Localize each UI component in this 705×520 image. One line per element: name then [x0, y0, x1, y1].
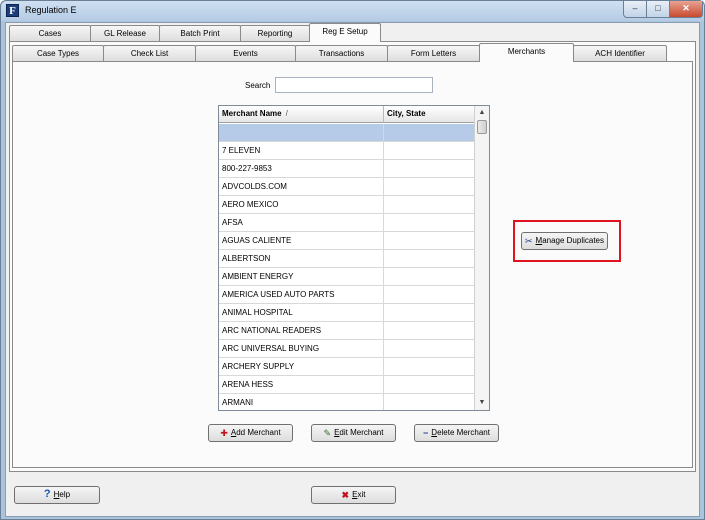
edit-merchant-button[interactable]: ✎ Edit Merchant	[311, 424, 396, 442]
table-row[interactable]: ARC UNIVERSAL BUYING	[219, 340, 475, 358]
exit-button[interactable]: ✖ Exit	[311, 486, 396, 504]
tab-events[interactable]: Events	[195, 45, 296, 62]
column-header-city-state[interactable]: City, State	[384, 106, 475, 123]
tab-transactions[interactable]: Transactions	[295, 45, 388, 62]
table-row[interactable]: ADVCOLDS.COM	[219, 178, 475, 196]
city-state-cell	[384, 196, 475, 214]
merchant-name-cell: ARC NATIONAL READERS	[219, 322, 384, 340]
help-icon: ?	[43, 488, 51, 500]
city-state-cell	[384, 358, 475, 376]
exit-icon: ✖	[341, 490, 350, 500]
delete-merchant-label: elete Merchant	[437, 428, 490, 437]
help-label: elp	[59, 490, 71, 499]
tab-merchants[interactable]: Merchants	[479, 43, 574, 62]
help-button[interactable]: ? Help	[14, 486, 100, 504]
edit-merchant-label: dit Merchant	[339, 428, 384, 437]
merchant-name-cell: AGUAS CALIENTE	[219, 232, 384, 250]
table-row[interactable]: 7 ELEVEN	[219, 142, 475, 160]
merchant-grid[interactable]: Merchant Name / City, State 7 ELEVEN 800-2…	[218, 105, 490, 411]
city-state-cell	[384, 322, 475, 340]
table-row[interactable]: AMERICA USED AUTO PARTS	[219, 286, 475, 304]
city-state-cell	[384, 340, 475, 358]
city-state-cell	[384, 142, 475, 160]
table-row[interactable]: AGUAS CALIENTE	[219, 232, 475, 250]
merchant-name-cell: ARMANI	[219, 394, 384, 410]
tab-ach-identifier[interactable]: ACH Identifier	[573, 45, 667, 62]
city-state-cell	[384, 394, 475, 410]
add-merchant-label: dd Merchant	[236, 428, 281, 437]
delete-merchant-button[interactable]: − Delete Merchant	[414, 424, 499, 442]
merchant-name-cell: ARENA HESS	[219, 376, 384, 394]
city-state-cell	[384, 232, 475, 250]
merchant-name-cell: ANIMAL HOSPITAL	[219, 304, 384, 322]
tab-reg-e-setup[interactable]: Reg E Setup	[309, 23, 381, 42]
delete-icon: −	[423, 428, 429, 438]
search-label: Search	[245, 81, 271, 90]
maximize-button[interactable]: □	[646, 1, 670, 18]
city-state-cell	[384, 250, 475, 268]
table-row[interactable]: ARMANI	[219, 394, 475, 410]
merchant-name-cell: AFSA	[219, 214, 384, 232]
vertical-scrollbar[interactable]: ▲ ▼	[474, 106, 489, 410]
city-state-cell	[384, 124, 475, 142]
city-state-cell	[384, 160, 475, 178]
city-state-cell	[384, 376, 475, 394]
tab-gl-release[interactable]: GL Release	[90, 25, 160, 42]
table-row[interactable]: ARC NATIONAL READERS	[219, 322, 475, 340]
merchant-name-cell: 7 ELEVEN	[219, 142, 384, 160]
city-state-cell	[384, 304, 475, 322]
grid-header: Merchant Name / City, State	[219, 106, 475, 123]
tab-cases[interactable]: Cases	[9, 25, 91, 42]
merchant-name-cell: AERO MEXICO	[219, 196, 384, 214]
edit-icon: ✎	[323, 428, 332, 438]
table-row[interactable]: 800-227-9853	[219, 160, 475, 178]
add-merchant-button[interactable]: ✚ Add Merchant	[208, 424, 293, 442]
table-row[interactable]: ARCHERY SUPPLY	[219, 358, 475, 376]
tab-case-types[interactable]: Case Types	[12, 45, 104, 62]
tab-batch-print[interactable]: Batch Print	[159, 25, 241, 42]
table-row[interactable]: ARENA HESS	[219, 376, 475, 394]
tab-reporting[interactable]: Reporting	[240, 25, 310, 42]
scissors-icon: ✂	[524, 236, 533, 246]
sort-indicator-icon: /	[285, 109, 288, 118]
title-bar[interactable]: F Regulation E – □ ✕	[1, 1, 704, 21]
window-title: Regulation E	[25, 5, 77, 15]
merchant-name-cell: ALBERTSON	[219, 250, 384, 268]
manage-duplicates-label: anage Duplicates	[542, 236, 605, 245]
merchant-name-cell: ADVCOLDS.COM	[219, 178, 384, 196]
city-state-cell	[384, 268, 475, 286]
merchant-name-cell: AMBIENT ENERGY	[219, 268, 384, 286]
app-window: F Regulation E – □ ✕ Cases GL Release Ba…	[0, 0, 705, 520]
minimize-button[interactable]: –	[623, 1, 647, 18]
table-row[interactable]: ALBERTSON	[219, 250, 475, 268]
merchant-name-cell: ARC UNIVERSAL BUYING	[219, 340, 384, 358]
table-row[interactable]: ANIMAL HOSPITAL	[219, 304, 475, 322]
table-row[interactable]	[219, 124, 475, 142]
close-button[interactable]: ✕	[669, 1, 703, 18]
add-icon: ✚	[220, 428, 228, 438]
table-row[interactable]: AMBIENT ENERGY	[219, 268, 475, 286]
column-header-label: Merchant Name	[222, 109, 282, 118]
merchant-name-cell: ARCHERY SUPPLY	[219, 358, 384, 376]
merchant-name-cell: AMERICA USED AUTO PARTS	[219, 286, 384, 304]
table-row[interactable]: AFSA	[219, 214, 475, 232]
tab-form-letters[interactable]: Form Letters	[387, 45, 480, 62]
column-header-merchant-name[interactable]: Merchant Name /	[219, 106, 384, 123]
scroll-up-icon[interactable]: ▲	[475, 106, 489, 120]
scroll-down-icon[interactable]: ▼	[475, 396, 489, 410]
city-state-cell	[384, 286, 475, 304]
merchant-name-cell	[219, 124, 384, 142]
tab-check-list[interactable]: Check List	[103, 45, 196, 62]
table-row[interactable]: AERO MEXICO	[219, 196, 475, 214]
search-input[interactable]	[275, 77, 433, 93]
manage-duplicates-button[interactable]: ✂ Manage Duplicates	[521, 232, 608, 250]
city-state-cell	[384, 214, 475, 232]
city-state-cell	[384, 178, 475, 196]
app-logo-icon: F	[6, 4, 19, 17]
exit-label: xit	[357, 490, 366, 499]
scroll-thumb[interactable]	[477, 120, 487, 134]
merchant-name-cell: 800-227-9853	[219, 160, 384, 178]
